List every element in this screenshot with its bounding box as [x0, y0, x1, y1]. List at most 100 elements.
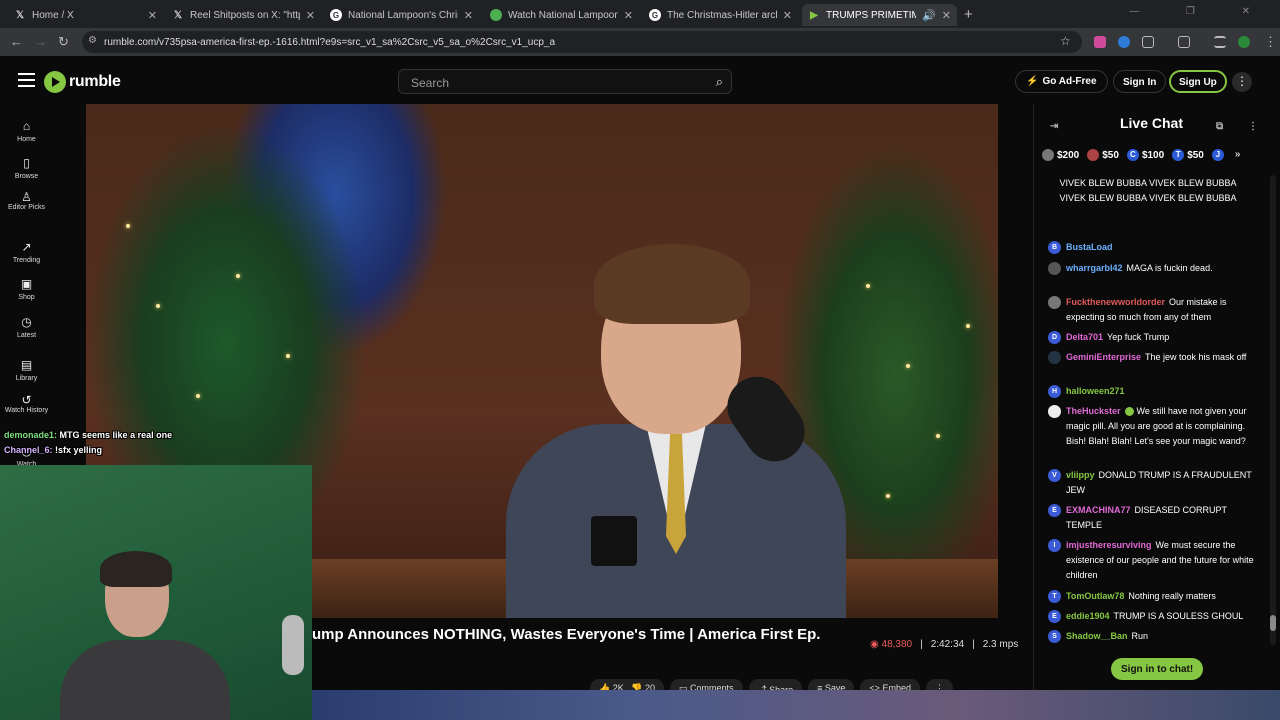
close-icon[interactable]: ✕	[464, 9, 473, 22]
close-icon[interactable]: ✕	[942, 9, 951, 22]
trending-icon: ↗	[21, 240, 32, 254]
forward-arrow-icon[interactable]: →	[34, 34, 47, 49]
more-options-icon[interactable]: ⋮	[1232, 72, 1252, 92]
rant-chip[interactable]: J	[1211, 149, 1227, 161]
reload-icon[interactable]: ↻	[58, 34, 69, 50]
chat-menu-icon[interactable]: ⋮	[1248, 116, 1258, 138]
avatar	[1042, 149, 1054, 161]
chat-message: TheHuckster We still have not given your …	[1048, 404, 1258, 449]
lightning-icon: ⚡	[1026, 76, 1039, 87]
speaker-icon[interactable]: 🔊	[922, 9, 936, 22]
sign-in-button[interactable]: Sign In	[1113, 70, 1167, 93]
scroll-rants-icon[interactable]: »	[1235, 149, 1241, 161]
chat-message: wharrgarbl42 MAGA is fuckin dead.	[1048, 261, 1258, 276]
close-icon[interactable]: ✕	[783, 9, 792, 22]
browse-icon: ▯	[23, 156, 30, 170]
sidebar-item-browse[interactable]: ▯ Browse	[0, 156, 53, 180]
rumble-icon: ▶	[810, 9, 818, 21]
browser-tab-bar: 𝕏 Home / X ✕ 𝕏 Reel Shitposts on X: "htt…	[0, 0, 1280, 28]
chat-message: Eeddie1904 TRUMP IS A SOULESS GHOUL	[1048, 609, 1258, 624]
rants-bar: $200 $50 C $100 T $50 J »	[1042, 149, 1240, 161]
sidebar-item-trending[interactable]: ↗ Trending	[0, 240, 53, 264]
chat-message: T TomOutlaw78 Nothing really matters	[1048, 589, 1258, 604]
rumble-logo-icon	[44, 71, 66, 93]
popout-icon[interactable]: ⧉	[1216, 116, 1223, 138]
cast-icon[interactable]	[1178, 36, 1190, 48]
tab-home-x[interactable]: 𝕏 Home / X ✕	[8, 4, 163, 26]
chat-message: GeminiEnterprise The jew took his mask of…	[1048, 350, 1258, 365]
stream-overlay-chat: demonade1: MTG seems like a real one Cha…	[4, 430, 172, 460]
extensions-puzzle-icon[interactable]	[1142, 36, 1154, 48]
chat-title: Live Chat	[1119, 115, 1183, 131]
overlay-chat-line: Channel_6: !sfx yelling	[4, 445, 103, 455]
chat-message-list: VIVEK BLEW BUBBA VIVEK BLEW BUBBA VIVEK …	[1034, 176, 1269, 650]
latest-icon: ◷	[21, 315, 32, 329]
live-chat-panel: ⇥ Live Chat ⧉ ⋮ $200 $50 C $100 T $50 J » …	[1033, 104, 1268, 690]
avatar: S	[1048, 630, 1061, 643]
shop-icon: ▣	[20, 277, 33, 291]
sidebar-item-shop[interactable]: ▣ Shop	[0, 277, 53, 301]
avatar: V	[1048, 469, 1061, 482]
chat-scrollbar[interactable]	[1270, 175, 1276, 645]
avatar	[1048, 262, 1061, 275]
url-field[interactable]: ⚙ rumble.com/v735psa-america-first-ep.-1…	[82, 31, 1082, 53]
window-controls[interactable]: — ❐ ✕	[1129, 6, 1272, 17]
sign-up-button[interactable]: Sign Up	[1169, 70, 1227, 93]
avatar: J	[1211, 149, 1224, 161]
rant-chip[interactable]: $50	[1087, 149, 1119, 161]
globe-icon	[490, 9, 502, 21]
christmas-light	[126, 224, 130, 228]
avatar	[1087, 149, 1100, 161]
new-tab-button[interactable]: +	[964, 6, 973, 23]
profile-avatar-icon[interactable]	[1238, 36, 1250, 48]
avatar: E	[1048, 504, 1061, 517]
bookmark-star-icon[interactable]: ☆	[1060, 34, 1071, 48]
go-ad-free-button[interactable]: ⚡ Go Ad-Free	[1015, 70, 1108, 93]
site-info-icon[interactable]: ⚙	[88, 35, 97, 46]
close-icon[interactable]: ✕	[306, 9, 315, 22]
tab-national-lampoon[interactable]: G National Lampoon's Christmas ✕	[324, 4, 479, 26]
close-icon[interactable]: ✕	[148, 9, 157, 22]
media-controls-icon[interactable]	[1214, 36, 1226, 48]
chat-message: S Shadow__Ban Run	[1048, 629, 1258, 644]
extension-icon[interactable]	[1094, 36, 1106, 48]
sidebar-item-editor-picks[interactable]: ♙ Editor Picks	[0, 191, 53, 212]
chat-header: ⇥ Live Chat ⧉ ⋮	[1034, 112, 1269, 136]
sidebar-item-latest[interactable]: ◷ Latest	[0, 315, 53, 339]
avatar	[1048, 351, 1061, 364]
sidebar-item-watch-history[interactable]: ↺ Watch History	[0, 394, 53, 415]
video-stats: ◉ 48,380 | 2:42:34 | 2.3 mps	[870, 639, 1019, 650]
sidebar-item-library[interactable]: ▤ Library	[0, 358, 53, 382]
sidebar-item-home[interactable]: ⌂ Home	[0, 119, 53, 143]
page-below-fold	[312, 690, 1280, 720]
tab-trumps-primetime-flop[interactable]: ▶ TRUMPS PRIMETIME FLOP 🔊 ✕	[802, 4, 957, 26]
rumble-logo[interactable]: rumble	[44, 71, 121, 93]
message-rate: 2.3 mps	[982, 639, 1019, 650]
views-count: ◉ 48,380	[870, 639, 913, 650]
hamburger-menu-icon[interactable]	[18, 73, 35, 87]
browser-menu-icon[interactable]: ⋮	[1264, 34, 1277, 50]
video-title: ump Announces NOTHING, Wastes Everyone's…	[312, 626, 821, 643]
back-arrow-icon[interactable]: ←	[10, 34, 23, 49]
collapse-chat-icon[interactable]: ⇥	[1050, 116, 1058, 138]
christmas-light	[236, 274, 240, 278]
scrollbar-thumb[interactable]	[1270, 615, 1276, 631]
christmas-light	[906, 364, 910, 368]
christmas-light	[196, 394, 200, 398]
sign-in-to-chat-button[interactable]: Sign in to chat!	[1111, 658, 1204, 680]
extension-icon[interactable]	[1118, 36, 1130, 48]
chat-message: Vvliippy DONALD TRUMP IS A FRAUDULENT JEW	[1048, 468, 1258, 498]
tab-reel-shitposts[interactable]: 𝕏 Reel Shitposts on X: "https://t.co ✕	[166, 4, 321, 26]
streamer-figure	[60, 551, 230, 720]
rant-chip[interactable]: C $100	[1126, 149, 1164, 161]
home-icon: ⌂	[22, 119, 31, 133]
close-icon[interactable]: ✕	[624, 9, 633, 22]
avatar: T	[1048, 590, 1061, 603]
rant-chip[interactable]: $200	[1042, 149, 1079, 161]
search-input[interactable]: Search ⌕	[398, 69, 732, 94]
search-icon[interactable]: ⌕	[716, 74, 723, 90]
tab-watch-national-lampoon[interactable]: Watch National Lampoon's Ch ✕	[484, 4, 639, 26]
rant-chip[interactable]: T $50	[1172, 149, 1204, 161]
avatar: C	[1126, 149, 1139, 161]
tab-christmas-archive[interactable]: G The Christmas-Hitler archive - ✕	[643, 4, 798, 26]
